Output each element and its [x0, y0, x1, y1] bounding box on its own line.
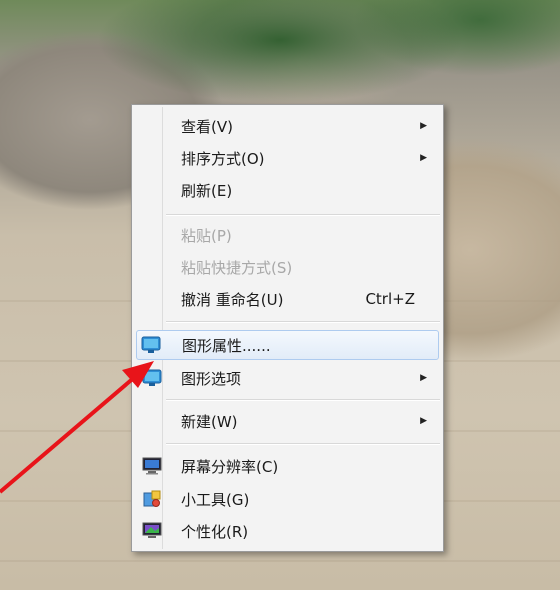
red-annotation-arrow [0, 361, 154, 494]
